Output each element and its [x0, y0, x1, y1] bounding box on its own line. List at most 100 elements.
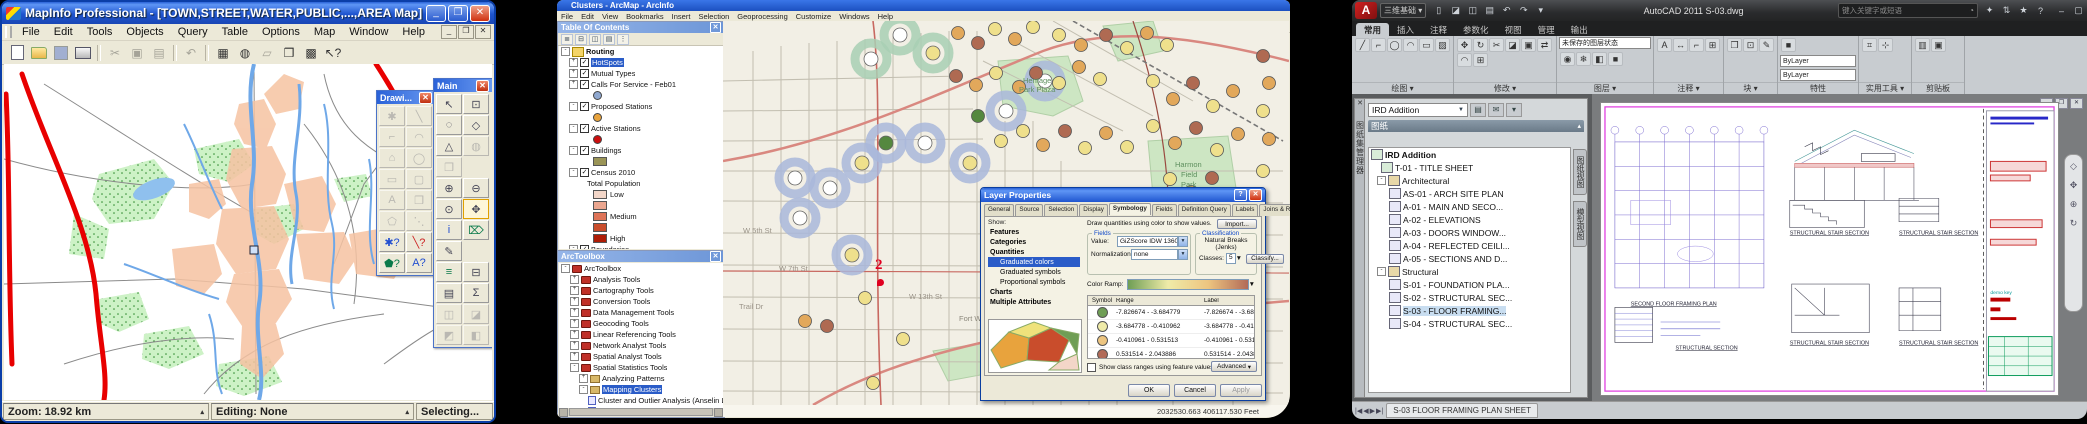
toc-options-icon[interactable]: ⋮ — [617, 34, 629, 45]
menu-map[interactable]: Map — [307, 26, 342, 38]
search-input[interactable]: 键入关键字或短语 ◔ — [1838, 3, 1978, 18]
classes-combo[interactable]: 5 — [1226, 253, 1236, 264]
show-class-ranges-checkbox[interactable] — [1087, 363, 1096, 372]
value-combo[interactable]: GiZScore IDW 13601 — [1117, 236, 1178, 247]
classification-table[interactable]: SymbolRangeLabel-7.826674 - -3.684779-7.… — [1087, 295, 1255, 359]
rectangle-icon[interactable]: ▭ — [1419, 38, 1434, 52]
polygon-select-tool[interactable]: △ — [436, 136, 462, 156]
grabber-tool[interactable]: ✥ — [463, 199, 489, 219]
dropdown-arrow-icon[interactable]: ▼ — [1249, 281, 1255, 288]
etransmit-icon[interactable]: ✉ — [1488, 103, 1504, 117]
open-table-icon[interactable] — [29, 43, 49, 62]
new-layout-icon[interactable]: ❒ — [279, 43, 299, 62]
classification-row[interactable]: -0.410961 - 0.531513-0.410961 - 0.531513 — [1088, 334, 1254, 348]
doc-close-icon[interactable]: ✕ — [2070, 98, 2083, 109]
change-view-tool[interactable]: ⊙ — [436, 199, 462, 219]
expand-icon[interactable]: - — [561, 264, 570, 273]
id-point-icon[interactable]: ⊹ — [1878, 38, 1893, 52]
hotlink-tool[interactable]: ⌦ — [463, 220, 489, 240]
menu-tools[interactable]: Tools — [80, 26, 120, 38]
layer-visibility-checkbox[interactable]: ✓ — [580, 168, 589, 177]
window-restore-button[interactable]: ▢ — [2071, 4, 2086, 18]
new-mapper-icon[interactable]: ◍ — [235, 43, 255, 62]
marquee-select-tool[interactable]: ⊡ — [463, 94, 489, 114]
paste-icon[interactable]: ▥ — [1915, 38, 1930, 52]
show-item[interactable]: Charts — [988, 287, 1080, 297]
layer-visibility-checkbox[interactable]: ✓ — [580, 102, 589, 111]
sheet-tree-item[interactable]: AS-01 - ARCH SITE PLAN — [1369, 187, 1570, 200]
bylayer-combo-1[interactable]: ByLayer — [1780, 69, 1856, 81]
ribbon-panel-label[interactable]: 剪贴板 — [1912, 82, 1964, 94]
sheets-section-header[interactable]: 图纸 ▴ — [1368, 120, 1584, 132]
print-icon[interactable] — [73, 43, 93, 62]
autocad-logo-icon[interactable]: A — [1355, 2, 1377, 19]
normalization-combo[interactable]: none — [1131, 249, 1178, 260]
mirror-icon[interactable]: ⇄ — [1537, 38, 1552, 52]
move-icon[interactable]: ✥ — [1457, 38, 1472, 52]
leader-icon[interactable]: ⌐ — [1689, 38, 1704, 52]
qat-plot-icon[interactable]: ▤ — [1482, 4, 1497, 18]
ribbon-panel-label[interactable]: 特性 — [1778, 82, 1858, 94]
menu-edit[interactable]: Edit — [47, 26, 80, 38]
menu-help[interactable]: Help — [874, 12, 897, 21]
classification-row[interactable]: -3.684778 - -0.410962-3.684778 - -0.4109… — [1088, 320, 1254, 334]
sheet-tree-item[interactable]: S-02 - STRUCTURAL SEC... — [1369, 291, 1570, 304]
expand-icon[interactable]: - — [561, 47, 570, 56]
autocad-titlebar[interactable]: A 三维基础 ▾ ▯◪◫▤↶↷▾ AutoCAD 2011 S-03.dwg 键… — [1352, 0, 2087, 21]
legend-tool[interactable]: ▤ — [436, 283, 462, 303]
zoom-out-tool[interactable]: ⊖ — [463, 178, 489, 198]
show-item[interactable]: Proportional symbols — [988, 277, 1080, 287]
tab-general[interactable]: General — [984, 204, 1014, 216]
expand-icon[interactable]: + — [569, 80, 578, 89]
qat-dropdown-icon[interactable]: ▾ — [1533, 4, 1548, 18]
expand-icon[interactable]: - — [1377, 267, 1386, 276]
trim-icon[interactable]: ✂ — [1489, 38, 1504, 52]
list-by-selection-icon[interactable]: ▤ — [603, 34, 615, 45]
expand-icon[interactable]: + — [569, 69, 578, 78]
new-table-icon[interactable] — [7, 43, 27, 62]
copy-clip-icon[interactable]: ▣ — [1931, 38, 1946, 52]
toc-header[interactable]: Table Of Contents ✕ — [558, 22, 724, 33]
ok-button[interactable]: OK — [1128, 384, 1170, 397]
toolbox-item[interactable]: +Network Analyst Tools — [559, 340, 723, 351]
toolbox-item[interactable]: +Spatial Analyst Tools — [559, 351, 723, 362]
ribbon-panel-label[interactable]: 实用工具 ▾ — [1859, 82, 1911, 94]
menu-view[interactable]: View — [598, 12, 622, 21]
table-icon[interactable]: ⊞ — [1705, 38, 1720, 52]
drawing-toolbar-titlebar[interactable]: Drawi... ✕ — [377, 91, 435, 104]
mapinfo-maximize-button[interactable]: ❐ — [448, 5, 468, 22]
viewcube-icon[interactable]: ◇ — [2070, 161, 2077, 172]
toc-layer[interactable]: -✓Active Stations — [559, 123, 723, 134]
layout-nav-icon[interactable]: ▶ — [1370, 407, 1375, 415]
insert-block-icon[interactable]: ❒ — [1727, 38, 1742, 52]
ribbon-tab-输出[interactable]: 输出 — [1563, 23, 1596, 36]
doc-restore-button[interactable]: ❐ — [458, 25, 474, 39]
toc-layer[interactable]: +✓Calls For Service - Feb01 — [559, 79, 723, 90]
bylayer-combo-0[interactable]: ByLayer — [1780, 55, 1856, 67]
menu-objects[interactable]: Objects — [119, 26, 170, 38]
toolbox-item[interactable]: +Analysis Tools — [559, 274, 723, 285]
classify-button[interactable]: Classify... — [1246, 254, 1284, 264]
show-item[interactable]: Graduated colors — [988, 257, 1080, 267]
advanced-button[interactable]: Advanced ▾ — [1211, 361, 1257, 372]
tab-joins-relates[interactable]: Joins & Relates — [1259, 204, 1290, 216]
ribbon-tab-注释[interactable]: 注释 — [1422, 23, 1455, 36]
drawing-toolbar-close-icon[interactable]: ✕ — [419, 92, 432, 104]
menu-insert[interactable]: Insert — [668, 12, 695, 21]
expand-icon[interactable]: - — [569, 146, 578, 155]
scroll-right-icon[interactable] — [714, 408, 723, 417]
expand-icon[interactable]: - — [1377, 176, 1386, 185]
mapinfo-close-button[interactable]: ✕ — [470, 5, 490, 22]
main-toolbar-close-icon[interactable]: ✕ — [476, 80, 489, 92]
qat-new-icon[interactable]: ▯ — [1431, 4, 1446, 18]
sheet-tree-item[interactable]: S-04 - STRUCTURAL SEC... — [1369, 317, 1570, 330]
toolbox-item[interactable]: -Mapping Clusters — [559, 384, 723, 395]
tab-source[interactable]: Source — [1015, 204, 1043, 216]
rotate-icon[interactable]: ↻ — [1473, 38, 1488, 52]
symbol-style-tool[interactable]: ✱? — [379, 232, 405, 252]
qat-redo-icon[interactable]: ↷ — [1516, 4, 1531, 18]
expand-icon[interactable]: + — [570, 341, 579, 350]
show-item[interactable]: Categories — [988, 237, 1080, 247]
toolbox-item[interactable]: -Spatial Statistics Tools — [559, 362, 723, 373]
sheet-tree-item[interactable]: A-05 - SECTIONS AND D... — [1369, 252, 1570, 265]
